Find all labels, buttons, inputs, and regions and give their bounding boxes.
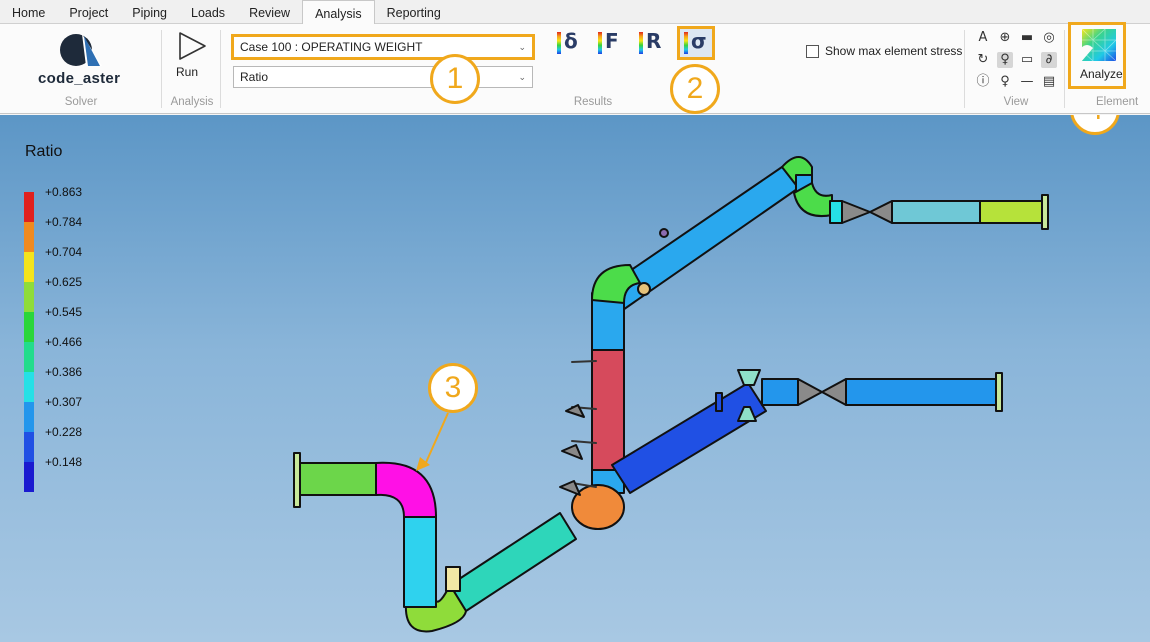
pipe-segment — [761, 378, 799, 406]
line-icon[interactable]: — — [1019, 74, 1035, 90]
support — [715, 392, 723, 412]
pipe-segment — [449, 512, 577, 612]
node-icon[interactable]: ♀ — [997, 74, 1013, 90]
tab-analysis[interactable]: Analysis — [302, 0, 375, 25]
pipe-segment — [611, 382, 767, 494]
group-separator — [161, 30, 162, 108]
callout-badge-1: 1 — [430, 54, 480, 104]
group-separator — [1064, 30, 1065, 108]
color-scale-icon — [598, 32, 602, 54]
tab-project[interactable]: Project — [57, 0, 120, 24]
reducer — [841, 200, 871, 224]
pipe-segment — [601, 166, 801, 313]
callout-badge-3: 3 — [428, 363, 478, 413]
tab-loads[interactable]: Loads — [179, 0, 237, 24]
group-label-solver: Solver — [64, 96, 98, 108]
flange — [293, 452, 301, 508]
chevron-down-icon: ⌄ — [518, 72, 526, 82]
reaction-icon: R — [646, 29, 662, 53]
tee-junction — [571, 484, 625, 530]
ribbon-tab-bar: Home Project Piping Loads Review Analysi… — [0, 0, 1150, 25]
analyze-button[interactable]: Analyze — [1068, 22, 1126, 89]
ribbon: code_aster Solver Run Analysis Case 100 … — [0, 22, 1150, 114]
clipboard-icon[interactable]: ▤ — [1041, 74, 1057, 90]
load-case-select[interactable]: Case 100 : OPERATING WEIGHT ⌄ — [231, 34, 535, 60]
tab-reporting[interactable]: Reporting — [375, 0, 453, 24]
rectangle-icon[interactable]: ▭ — [1019, 52, 1035, 68]
run-button-label: Run — [176, 65, 199, 79]
stress-result-button[interactable]: σ — [677, 26, 715, 60]
hanger — [637, 282, 651, 296]
hanger — [659, 228, 669, 238]
pipe-segment — [829, 200, 843, 224]
riser-segment-hot — [591, 349, 625, 471]
code-aster-logo[interactable] — [58, 30, 108, 70]
callout-arrow — [423, 412, 449, 468]
support-icon[interactable]: ♀ — [997, 52, 1013, 68]
color-scale-icon — [557, 32, 561, 54]
crosshair-icon[interactable]: ⊕ — [997, 30, 1013, 46]
reducer — [821, 378, 847, 406]
force-result-button[interactable]: F — [596, 29, 624, 56]
support — [445, 566, 461, 592]
result-quantity-value: Ratio — [240, 70, 269, 84]
show-max-stress-checkbox[interactable] — [806, 44, 819, 58]
group-label-view: View — [1003, 96, 1029, 108]
tab-home[interactable]: Home — [0, 0, 57, 24]
show-max-stress-label: Show max element stress — [825, 44, 963, 58]
mesh-icon — [1081, 28, 1117, 62]
load-case-value: Case 100 : OPERATING WEIGHT — [240, 40, 423, 54]
group-separator — [220, 30, 221, 108]
info-icon[interactable]: ⓘ — [975, 74, 991, 90]
play-icon — [179, 32, 206, 60]
flange — [1041, 194, 1049, 230]
group-label-analysis: Analysis — [170, 96, 214, 108]
support — [561, 444, 583, 460]
force-icon: F — [605, 29, 619, 53]
section-icon[interactable]: ◎ — [1041, 30, 1057, 46]
stress-icon: σ — [691, 29, 707, 53]
chevron-down-icon: ⌄ — [518, 42, 526, 52]
beam-icon[interactable]: ▬ — [1019, 30, 1035, 46]
attachment-icon[interactable]: ∂ — [1041, 52, 1057, 68]
analyze-button-label: Analyze — [1080, 67, 1123, 81]
pipe-segment — [845, 378, 999, 406]
callout-badge-2: 2 — [670, 64, 720, 114]
reducer — [797, 378, 823, 406]
flange — [995, 372, 1003, 412]
result-quantity-select[interactable]: Ratio ⌄ — [233, 66, 533, 88]
color-scale-icon — [684, 32, 688, 54]
piping-model[interactable] — [0, 115, 1150, 642]
pipe-segment — [297, 462, 377, 496]
group-separator — [964, 30, 965, 108]
displacement-result-button[interactable]: δ — [555, 29, 583, 56]
show-max-stress-toggle[interactable]: Show max element stress — [806, 44, 962, 58]
group-label-results: Results — [573, 96, 613, 108]
solver-name: code_aster — [38, 70, 121, 87]
pipe-bend-max — [375, 461, 437, 518]
pipe-segment-end — [979, 200, 1045, 224]
tab-piping[interactable]: Piping — [120, 0, 179, 24]
model-viewport[interactable]: Ratio +0.863 +0.784 +0.704 +0.625 +0.545… — [0, 115, 1150, 642]
tab-review[interactable]: Review — [237, 0, 302, 24]
pipe-segment — [403, 514, 437, 608]
text-size-icon[interactable]: A — [975, 30, 991, 46]
color-scale-icon — [639, 32, 643, 54]
displacement-icon: δ — [564, 29, 578, 53]
code-aster-logo-icon — [60, 34, 102, 66]
group-label-element: Element — [1096, 96, 1139, 108]
valve — [737, 369, 761, 386]
rotate-icon[interactable]: ↻ — [975, 52, 991, 68]
reducer — [869, 200, 893, 224]
reaction-result-button[interactable]: R — [637, 29, 665, 56]
